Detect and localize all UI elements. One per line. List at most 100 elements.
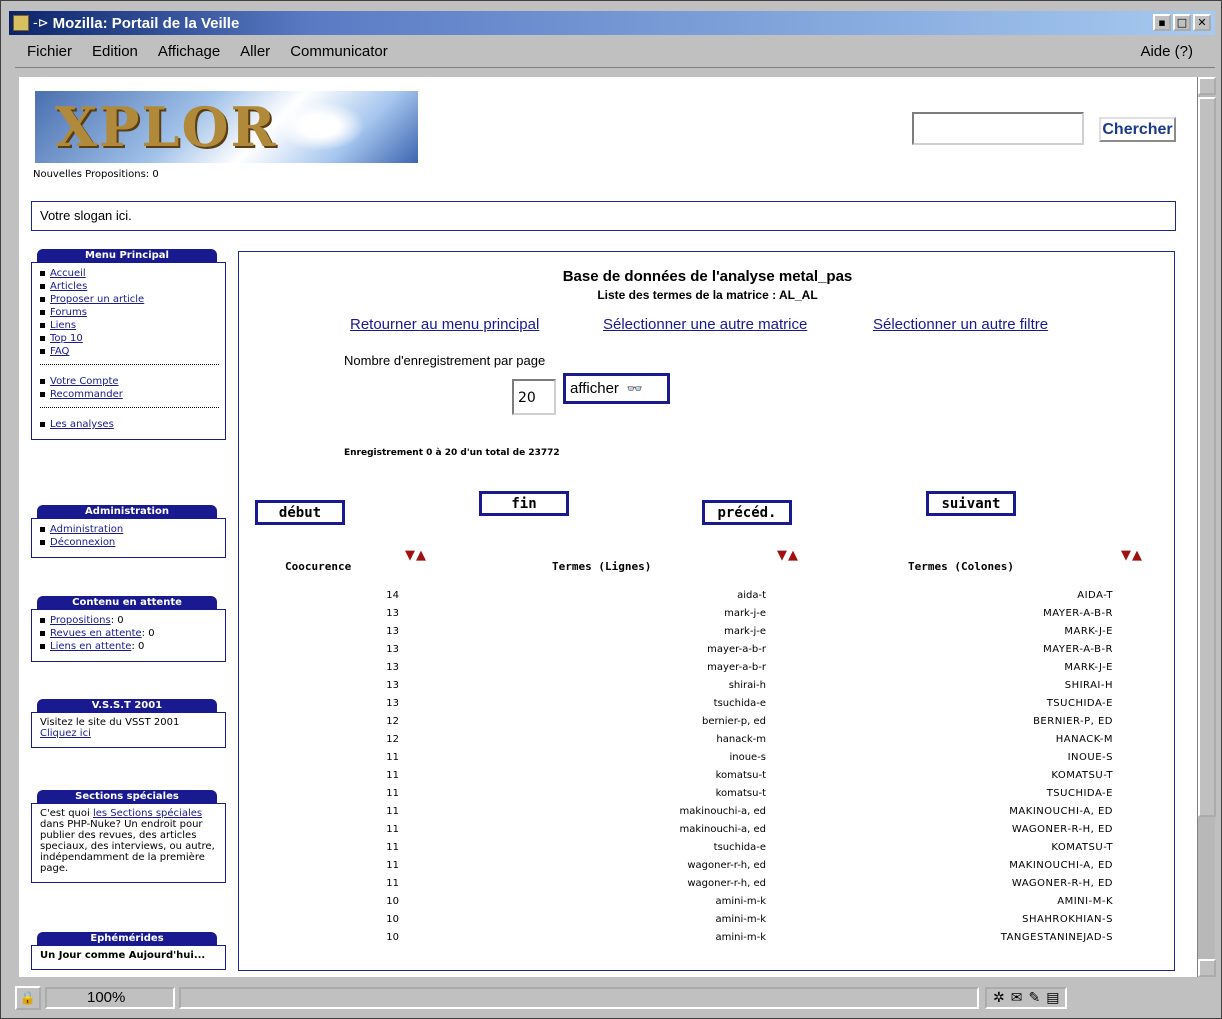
coocurence-cell: 11 xyxy=(386,770,399,781)
xplor-logo[interactable]: XPLOR xyxy=(35,91,418,163)
collapsed-toolbar[interactable] xyxy=(15,67,1215,73)
link-liens-attente[interactable]: Liens en attente xyxy=(50,641,131,652)
link-votre-compte[interactable]: Votre Compte xyxy=(50,376,119,387)
table-row: 10 amini-m-k TANGESTANINEJAD-S xyxy=(239,932,1176,950)
results-table: 14 aida-t AIDA-T 13 mark-j-e MAYER-A-B-R 13 mar… xyxy=(239,590,1176,950)
termes-colones-cell: SHAHROKHIAN-S xyxy=(1022,914,1113,925)
menu-edition[interactable]: Edition xyxy=(82,43,148,60)
table-row: 11 wagoner-r-h, ed WAGONER-R-H, ED xyxy=(239,878,1176,896)
link-autre-filtre[interactable]: Sélectionner un autre filtre xyxy=(873,316,1048,333)
table-row: 13 mark-j-e MARK-J-E xyxy=(239,626,1176,644)
termes-lignes-cell: mark-j-e xyxy=(724,626,766,637)
coocurence-cell: 11 xyxy=(386,752,399,763)
menu-aller[interactable]: Aller xyxy=(230,43,280,60)
administration-block: Administration Administration Déconnexio… xyxy=(31,505,226,558)
termes-colones-cell: MARK-J-E xyxy=(1064,662,1113,673)
link-propositions[interactable]: Propositions xyxy=(50,615,111,626)
composer-icon[interactable]: ✎ xyxy=(1028,990,1040,1006)
address-book-icon[interactable]: ▤ xyxy=(1046,990,1059,1006)
table-row: 13 mayer-a-b-r MAYER-A-B-R xyxy=(239,644,1176,662)
termes-lignes-cell: komatsu-t xyxy=(715,770,766,781)
termes-lignes-cell: mayer-a-b-r xyxy=(707,662,766,673)
debut-button[interactable]: début xyxy=(255,500,345,525)
link-les-analyses[interactable]: Les analyses xyxy=(50,419,114,430)
termes-lignes-cell: mayer-a-b-r xyxy=(707,644,766,655)
per-page-input[interactable]: 20 xyxy=(512,379,556,415)
table-row: 13 mayer-a-b-r MARK-J-E xyxy=(239,662,1176,680)
page-content: XPLOR Nouvelles Propositions: 0 Chercher… xyxy=(19,77,1197,977)
menu-aide[interactable]: Aide (?) xyxy=(1130,43,1203,60)
link-autre-matrice[interactable]: Sélectionner une autre matrice xyxy=(603,316,807,333)
termes-lignes-cell: wagoner-r-h, ed xyxy=(687,878,766,889)
termes-colones-cell: TSUCHIDA-E xyxy=(1046,698,1113,709)
lock-icon[interactable]: 🔒 xyxy=(15,986,41,1010)
count: : 0 xyxy=(131,641,145,652)
browser-window: -⊳ Mozilla: Portail de la Veille ▪ □ ✕ F… xyxy=(0,0,1222,1019)
link-revues-attente[interactable]: Revues en attente xyxy=(50,628,142,639)
count: : 0 xyxy=(110,615,124,626)
fin-button[interactable]: fin xyxy=(479,491,569,516)
vertical-scrollbar[interactable] xyxy=(1197,77,1216,977)
termes-colones-cell: AIDA-T xyxy=(1077,590,1113,601)
link-recommander[interactable]: Recommander xyxy=(50,389,123,400)
sections-speciales-block: Sections spéciales C'est quoi les Sectio… xyxy=(31,790,226,883)
link-retourner-menu[interactable]: Retourner au menu principal xyxy=(350,316,539,333)
block-title: Menu Principal xyxy=(37,249,217,262)
link-proposer-article[interactable]: Proposer un article xyxy=(50,294,144,305)
coocurence-cell: 11 xyxy=(386,806,399,817)
termes-lignes-cell: wagoner-r-h, ed xyxy=(687,860,766,871)
link-forums[interactable]: Forums xyxy=(50,307,87,318)
navigator-icon[interactable]: ✲ xyxy=(993,990,1005,1006)
menu-fichier[interactable]: Fichier xyxy=(9,43,82,60)
link-administration[interactable]: Administration xyxy=(50,524,123,535)
suivant-button[interactable]: suivant xyxy=(926,491,1016,516)
sort-icon[interactable]: ▼▲ xyxy=(1121,548,1143,563)
scroll-thumb[interactable] xyxy=(1198,97,1216,817)
preced-button[interactable]: précéd. xyxy=(702,500,792,525)
list-item: Propositions: 0 xyxy=(40,614,219,627)
link-articles[interactable]: Articles xyxy=(50,281,87,292)
sort-icon[interactable]: ▼▲ xyxy=(777,548,799,563)
search-button[interactable]: Chercher xyxy=(1099,117,1176,142)
list-item: Recommander xyxy=(40,388,219,401)
block-title: Ephémérides xyxy=(37,932,217,945)
scroll-down-icon[interactable] xyxy=(1198,959,1216,977)
link-liens[interactable]: Liens xyxy=(50,320,76,331)
close-icon[interactable]: ✕ xyxy=(1193,14,1211,31)
afficher-button[interactable]: afficher 👓 xyxy=(563,373,670,404)
mail-icon[interactable]: ✉ xyxy=(1011,990,1023,1006)
count: : 0 xyxy=(141,628,155,639)
link-cliquez-ici[interactable]: Cliquez ici xyxy=(40,728,91,739)
vsst-text: Visitez le site du VSST 2001 xyxy=(40,717,180,728)
link-top10[interactable]: Top 10 xyxy=(50,333,83,344)
list-item: Liens en attente: 0 xyxy=(40,640,219,653)
menu-communicator[interactable]: Communicator xyxy=(280,43,398,60)
table-row: 13 mark-j-e MAYER-A-B-R xyxy=(239,608,1176,626)
page-subtitle: Liste des termes de la matrice : AL_AL xyxy=(597,288,818,302)
menu-bar: Fichier Edition Affichage Aller Communic… xyxy=(9,37,1215,65)
menu-affichage[interactable]: Affichage xyxy=(148,43,230,60)
pin-icon: -⊳ xyxy=(33,15,49,31)
afficher-label: afficher xyxy=(570,380,619,397)
table-row: 11 komatsu-t KOMATSU-T xyxy=(239,770,1176,788)
list-item: Revues en attente: 0 xyxy=(40,627,219,640)
link-sections-speciales[interactable]: les Sections spéciales xyxy=(93,808,202,819)
termes-lignes-cell: bernier-p, ed xyxy=(702,716,766,727)
link-faq[interactable]: FAQ xyxy=(50,346,69,357)
sort-icon[interactable]: ▼▲ xyxy=(405,548,427,563)
link-deconnexion[interactable]: Déconnexion xyxy=(50,537,115,548)
list-item: Liens xyxy=(40,319,219,332)
minimize-icon[interactable]: ▪ xyxy=(1153,14,1171,31)
termes-lignes-cell: mark-j-e xyxy=(724,608,766,619)
termes-colones-cell: TANGESTANINEJAD-S xyxy=(1000,932,1113,943)
maximize-icon[interactable]: □ xyxy=(1173,14,1191,31)
list-item: Proposer un article xyxy=(40,293,219,306)
coocurence-cell: 14 xyxy=(386,590,399,601)
list-item: Déconnexion xyxy=(40,536,219,549)
coocurence-cell: 11 xyxy=(386,860,399,871)
link-accueil[interactable]: Accueil xyxy=(50,268,86,279)
scroll-up-icon[interactable] xyxy=(1198,77,1216,95)
search-input[interactable] xyxy=(912,112,1084,145)
divider xyxy=(40,407,219,408)
termes-colones-cell: BERNIER-P, ED xyxy=(1033,716,1113,727)
